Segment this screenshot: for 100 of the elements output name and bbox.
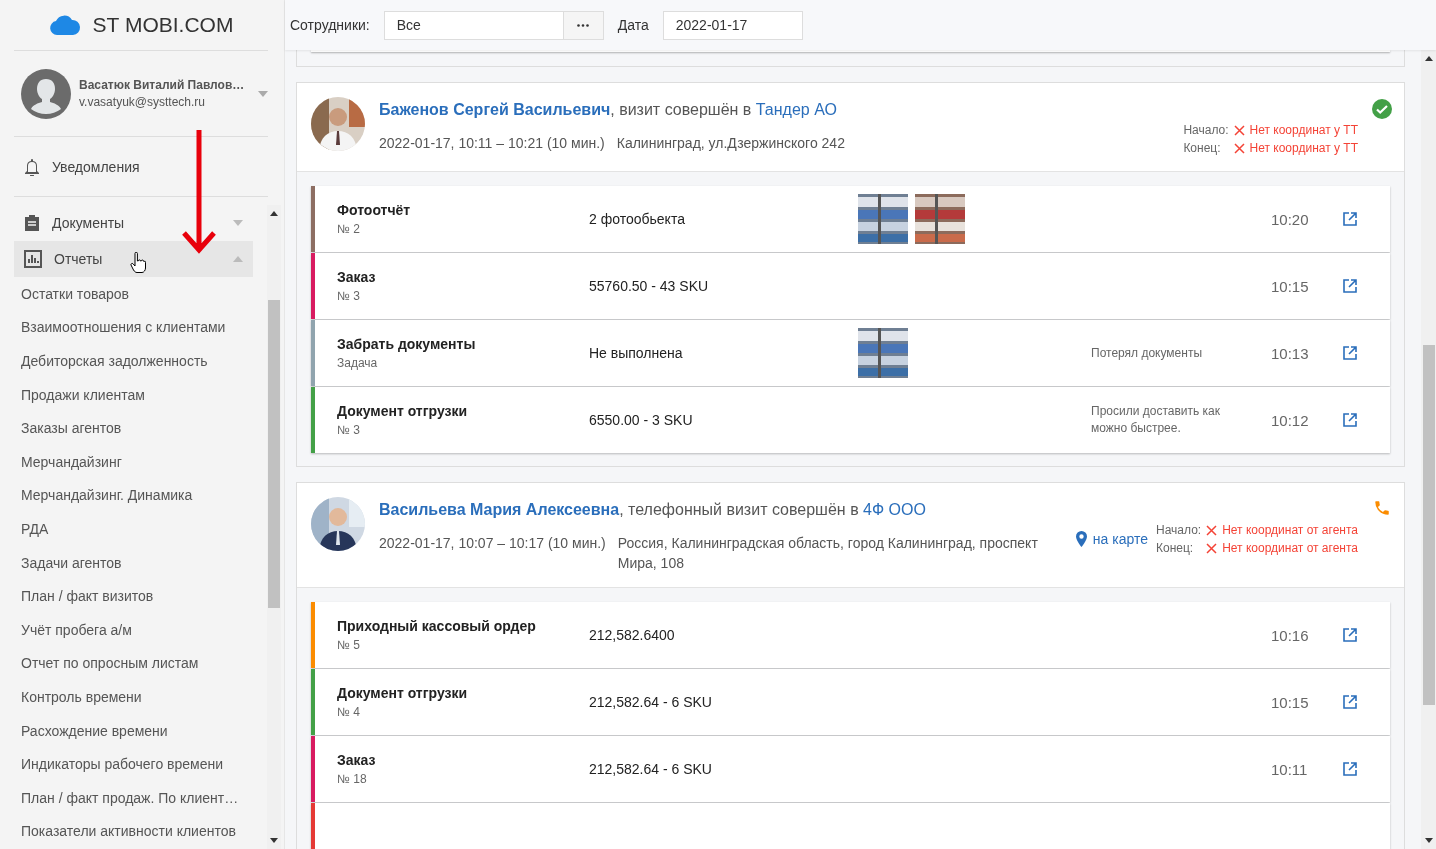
activity-title: Заказ (337, 269, 377, 285)
activity-title: Заказ (337, 752, 377, 768)
report-link[interactable]: Мерчандайзинг (14, 444, 253, 479)
activity-number: № 4 (337, 705, 361, 719)
visit-title: Васильева Мария Алексеевна, телефонный визит совершён в 4Ф ООО (379, 501, 927, 519)
start-label: Начало: (1183, 122, 1229, 139)
activity-title: Документ отгрузки (337, 685, 469, 701)
bell-icon (24, 157, 40, 176)
open-external-icon[interactable] (1343, 212, 1357, 226)
activity-time: 10:13 (1271, 344, 1309, 362)
scrollbar[interactable] (267, 205, 281, 849)
open-external-icon[interactable] (1343, 346, 1357, 360)
end-status: Нет координат от агента (1222, 540, 1358, 557)
nav-item[interactable]: Документы (14, 205, 253, 241)
visit-time: 2022-01-17, 10:11 – 10:21 (10 мин.) (379, 134, 605, 153)
user-email: v.vasatyuk@systtech.ru (79, 95, 206, 109)
activity-title: Документ отгрузки (337, 403, 469, 419)
activity-time: 10:12 (1271, 411, 1309, 429)
activity-value: 2 фотообьекта (589, 211, 685, 227)
report-link[interactable]: Взаимоотношения с клиентами (14, 310, 253, 345)
activity-row[interactable]: Заказ № 3 55760.50 - 43 SKU 10:15 (311, 253, 1390, 319)
activity-time: 10:11 (1271, 760, 1308, 778)
cross-icon (1233, 124, 1245, 136)
cross-icon (1206, 524, 1218, 536)
activity-number: № 3 (337, 423, 361, 437)
activity-title: Фотоотчёт (337, 202, 412, 218)
activity-value: 55760.50 - 43 SKU (589, 278, 709, 294)
report-link[interactable]: Учёт пробега а/м (14, 612, 253, 647)
report-link[interactable]: Дебиторская задолженность (14, 344, 253, 378)
check-circle-icon (1372, 99, 1392, 119)
report-link[interactable]: Мерчандайзинг. Динамика (14, 478, 253, 513)
activity-row[interactable]: Заказ № 18 212,582.64 - 6 SKU 10:11 (311, 736, 1390, 802)
scroll-up-icon[interactable] (270, 211, 278, 216)
report-link[interactable]: Индикаторы рабочего времени (14, 747, 253, 781)
chart-icon (24, 250, 42, 268)
employees-field[interactable]: Все (383, 10, 564, 40)
scroll-down-icon[interactable] (270, 838, 278, 843)
open-external-icon[interactable] (1343, 413, 1357, 427)
open-external-icon[interactable] (1343, 762, 1357, 776)
activity-number: № 5 (337, 638, 361, 652)
visit-title: Баженов Сергей Васильевич, визит совершён в Тандер АО (379, 101, 838, 119)
activity-value: Не выполнена (589, 345, 683, 361)
document-icon (24, 215, 40, 231)
report-link[interactable]: План / факт продаж. По клиент… (14, 780, 253, 815)
end-label: Конец: (1156, 540, 1195, 557)
end-label: Конец: (1183, 140, 1222, 157)
report-link[interactable]: РДА (14, 512, 253, 546)
activity-title: Приходный кассовый ордер (337, 618, 537, 634)
open-external-icon[interactable] (1343, 628, 1357, 642)
activity-row[interactable]: Фотоотчёт № 2 2 фотообьекта 10:20 (311, 186, 1390, 252)
date-field[interactable]: 2022-01-17 (662, 10, 803, 40)
activity-number: № 2 (337, 222, 361, 236)
cross-icon (1206, 542, 1218, 554)
end-status: Нет координат у ТТ (1249, 140, 1358, 157)
open-external-icon[interactable] (1343, 279, 1357, 293)
report-link[interactable]: План / факт визитов (14, 579, 253, 613)
activity-number: № 18 (337, 772, 368, 786)
start-label: Начало: (1156, 522, 1202, 539)
scroll-down-icon[interactable] (1424, 838, 1433, 843)
user-name: Васатюк Виталий Павлов… (79, 78, 246, 92)
activity-value: 212,582.6400 (589, 627, 675, 643)
open-external-icon[interactable] (1343, 695, 1357, 709)
nav-item[interactable]: Отчеты (14, 241, 253, 277)
report-link[interactable]: Расхождение времени (14, 713, 253, 748)
activity-row[interactable]: Забрать документы Задача Не выполнена Потерял документы 10:13 (311, 320, 1390, 386)
activity-row[interactable]: Документ отгрузки № 3 6550.00 - 3 SKU Просили доставить как можно быстрее. 10:12 (311, 387, 1390, 453)
brand-name: ST MOBI.COM (92, 13, 234, 37)
scroll-up-icon[interactable] (1424, 56, 1433, 61)
activity-time: 10:15 (1271, 693, 1309, 711)
activity-time: 10:16 (1271, 626, 1309, 644)
nav-item[interactable]: Уведомления (14, 148, 268, 185)
report-link[interactable]: Контроль времени (14, 680, 253, 714)
activity-row[interactable]: Приходный кассовый ордер № 5 212,582.6400 10:16 (311, 602, 1390, 668)
report-link[interactable]: Показатели активности клиентов (14, 814, 253, 849)
activity-value: 6550.00 - 3 SKU (589, 412, 693, 428)
avatar-icon (21, 68, 71, 119)
cross-icon (1233, 142, 1245, 154)
report-link[interactable]: Остатки товаров (14, 277, 253, 311)
activity-time: 10:15 (1271, 277, 1309, 295)
activity-value: 212,582.64 - 6 SKU (589, 761, 712, 777)
pin-icon (1075, 531, 1087, 547)
report-link[interactable]: Заказы агентов (14, 411, 253, 445)
cloud-icon (48, 15, 81, 35)
report-link[interactable]: Отчет по опросным листам (14, 646, 253, 681)
activity-comment: Потерял документы (1091, 345, 1203, 360)
activity-time: 10:20 (1271, 210, 1309, 228)
visit-address: Россия, Калининградская область, город Калининград, проспект Мира, 108 (617, 534, 1039, 573)
activity-value: 212,582.64 - 6 SKU (589, 694, 712, 710)
activity-comment: Просили доставить как можно быстрее. (1091, 404, 1221, 435)
activity-row[interactable]: Документ отгрузки № 4 212,582.64 - 6 SKU 10:15 (311, 669, 1390, 735)
activity-number: № 3 (337, 289, 361, 303)
report-link[interactable]: Продажи клиентам (14, 377, 253, 412)
report-link[interactable]: Задачи агентов (14, 545, 253, 580)
caret-icon (233, 220, 243, 226)
start-status: Нет координат у ТТ (1249, 122, 1358, 139)
hand-cursor-icon (130, 252, 146, 274)
date-label: Дата (617, 17, 649, 33)
scrollbar[interactable] (1421, 50, 1436, 849)
activity-title: Забрать документы (337, 336, 477, 352)
map-link[interactable]: на карте (1075, 529, 1148, 549)
